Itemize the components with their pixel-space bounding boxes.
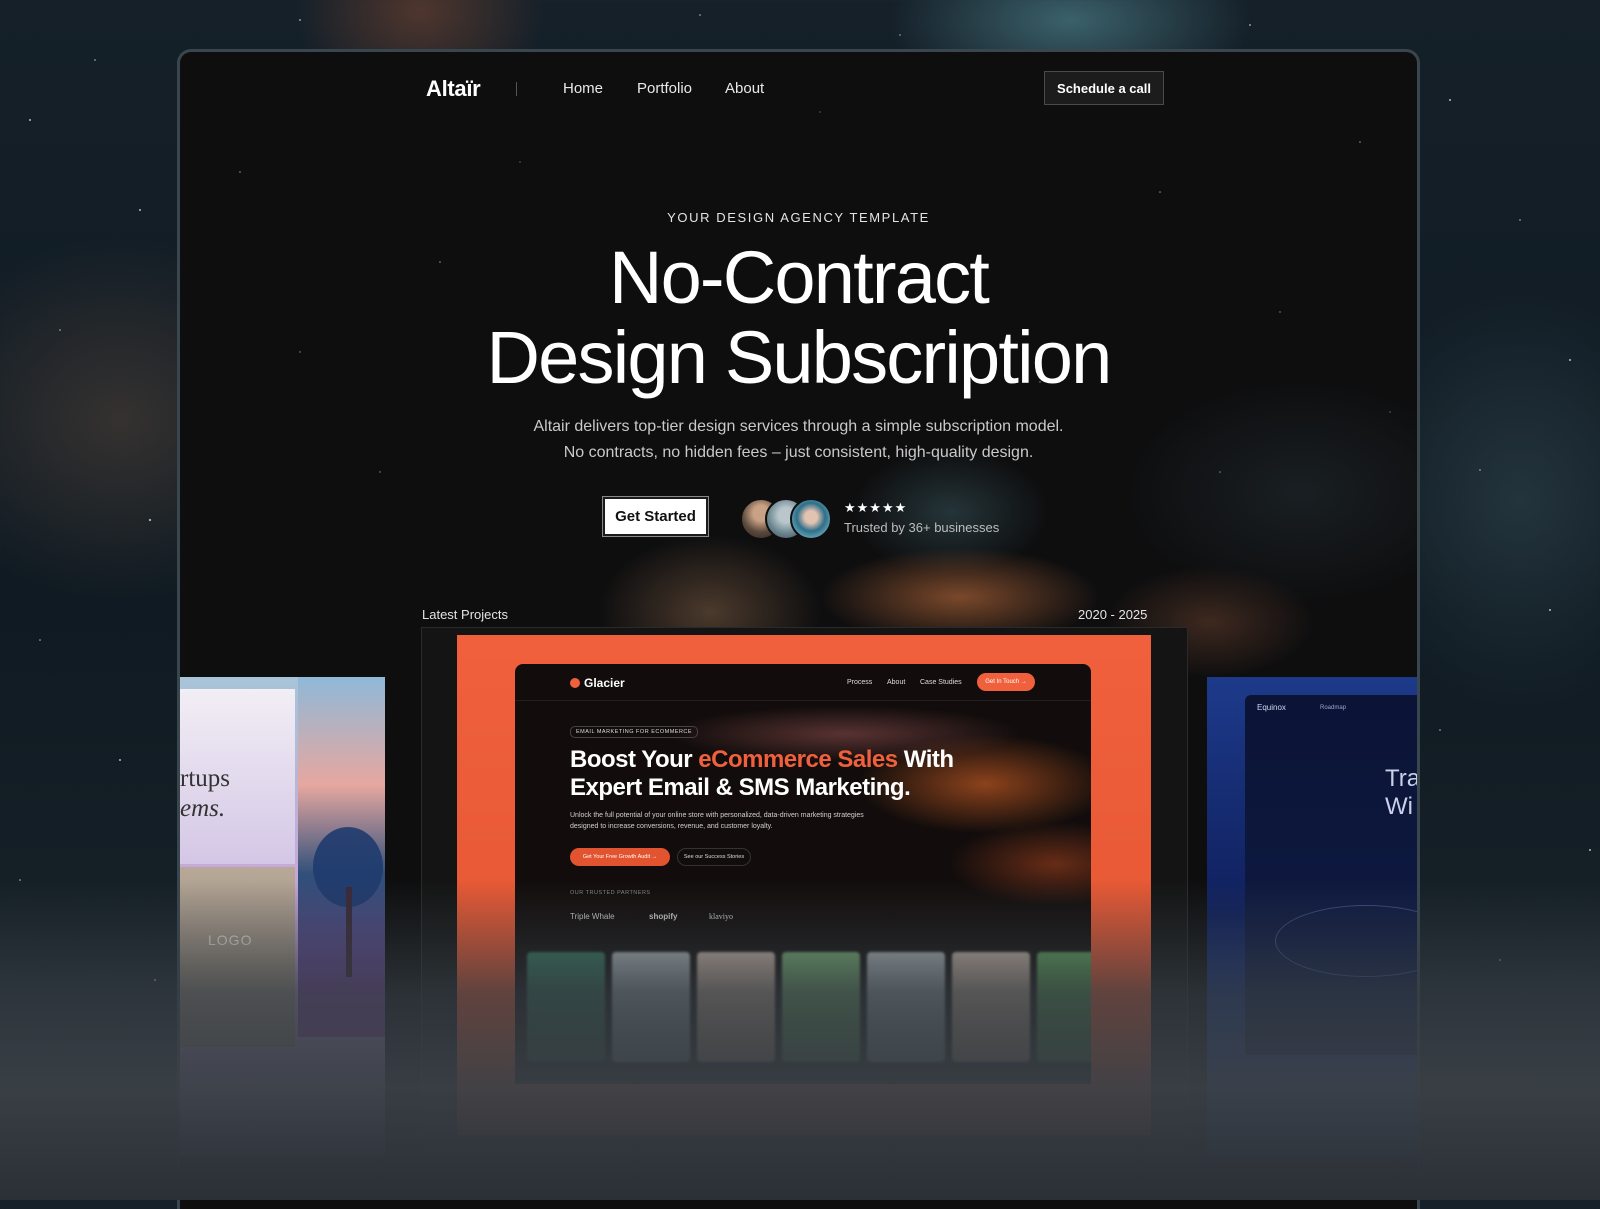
partner-logo-shopify: shopify (649, 912, 678, 921)
browser-frame: Altaïr Home Portfolio About Schedule a c… (177, 49, 1420, 1209)
partner-logo-triple-whale: Triple Whale (570, 912, 615, 921)
nav-divider (516, 82, 517, 96)
get-started-button[interactable]: Get Started (602, 496, 709, 537)
featured-project-card[interactable]: Glacier Process About Case Studies Get I… (421, 627, 1188, 1149)
glacier-stories-button: See our Success Stories (677, 848, 751, 866)
glacier-logo: Glacier (570, 676, 625, 690)
customer-avatars (740, 498, 832, 540)
blurred-card (612, 952, 690, 1062)
glacier-nav-divider (515, 700, 1091, 701)
hero-title-line1: No-Contract (608, 236, 990, 319)
glacier-body: Unlock the full potential of your online… (570, 812, 864, 830)
preview-heading: rtups ems. (180, 764, 230, 824)
trusted-text: Trusted by 36+ businesses (844, 520, 1000, 535)
hero-title-line2: Design Subscription (486, 316, 1113, 399)
glacier-card-row (527, 952, 1091, 1084)
avatar (790, 498, 832, 540)
blurred-card (867, 952, 945, 1062)
equinox-heading-line2: Wi (1385, 793, 1413, 820)
hero-subtitle-line2: No contracts, no hidden fees – just cons… (563, 444, 1034, 461)
glacier-nav-about: About (887, 679, 906, 686)
preview-illustration (298, 677, 385, 1037)
schedule-call-button[interactable]: Schedule a call (1044, 71, 1164, 105)
hero-subtitle-line1: Altair delivers top-tier design services… (533, 418, 1064, 435)
top-nav: Altaïr Home Portfolio About Schedule a c… (180, 52, 1417, 132)
preview-panel: rtups ems. (180, 689, 295, 864)
glacier-headline: Boost Your eCommerce Sales With Expert E… (570, 746, 954, 801)
brand-logo[interactable]: Altaïr (426, 76, 481, 102)
latest-projects-label: Latest Projects (422, 607, 508, 622)
equinox-preview: Equinox Roadmap Tra Wi (1245, 695, 1420, 1055)
glacier-partners-label: OUR TRUSTED PARTNERS (570, 890, 651, 896)
project-preview-left[interactable]: rtups ems. LOGO (180, 677, 385, 1157)
equinox-heading-line1: Tra (1385, 765, 1420, 792)
orbit-ring (1275, 905, 1417, 977)
equinox-nav: Roadmap (1320, 705, 1347, 711)
nav-link-about[interactable]: About (725, 80, 764, 97)
glacier-nav-process: Process (847, 679, 873, 686)
hero-subtitle: Altair delivers top-tier design services… (180, 414, 1417, 466)
equinox-logo: Equinox (1257, 703, 1286, 712)
preview-logo-badge: LOGO (208, 932, 253, 948)
blurred-card (952, 952, 1030, 1062)
blurred-card (697, 952, 775, 1062)
preview-photo: LOGO (180, 867, 295, 1047)
glacier-get-in-touch-button: Get In Touch → (977, 673, 1035, 691)
preview-heading-line2: ems. (180, 795, 226, 822)
preview-heading-line1: rtups (180, 765, 230, 792)
glacier-nav-case-studies: Case Studies (920, 679, 962, 686)
rating-stars: ★★★★★ (844, 500, 908, 515)
hero-title: No-Contract Design Subscription (180, 238, 1417, 398)
blurred-card (1037, 952, 1091, 1062)
projects-years: 2020 - 2025 (1078, 607, 1148, 622)
blurred-card (527, 952, 605, 1062)
blurred-card (782, 952, 860, 1062)
glacier-website-screenshot: Glacier Process About Case Studies Get I… (515, 664, 1091, 1084)
glacier-audit-button: Get Your Free Growth Audit → (570, 848, 670, 866)
nav-link-portfolio[interactable]: Portfolio (637, 80, 692, 97)
glacier-logo-icon (570, 678, 580, 688)
glacier-tag: EMAIL MARKETING FOR ECOMMERCE (570, 726, 699, 738)
partner-logo-klaviyo: klaviyo (709, 912, 733, 921)
project-preview-right[interactable]: Equinox Roadmap Tra Wi (1207, 677, 1420, 1157)
project-backdrop: Glacier Process About Case Studies Get I… (457, 635, 1151, 1135)
equinox-heading: Tra Wi (1385, 765, 1420, 821)
hero-eyebrow: YOUR DESIGN AGENCY TEMPLATE (667, 210, 930, 225)
nav-link-home[interactable]: Home (563, 80, 603, 97)
